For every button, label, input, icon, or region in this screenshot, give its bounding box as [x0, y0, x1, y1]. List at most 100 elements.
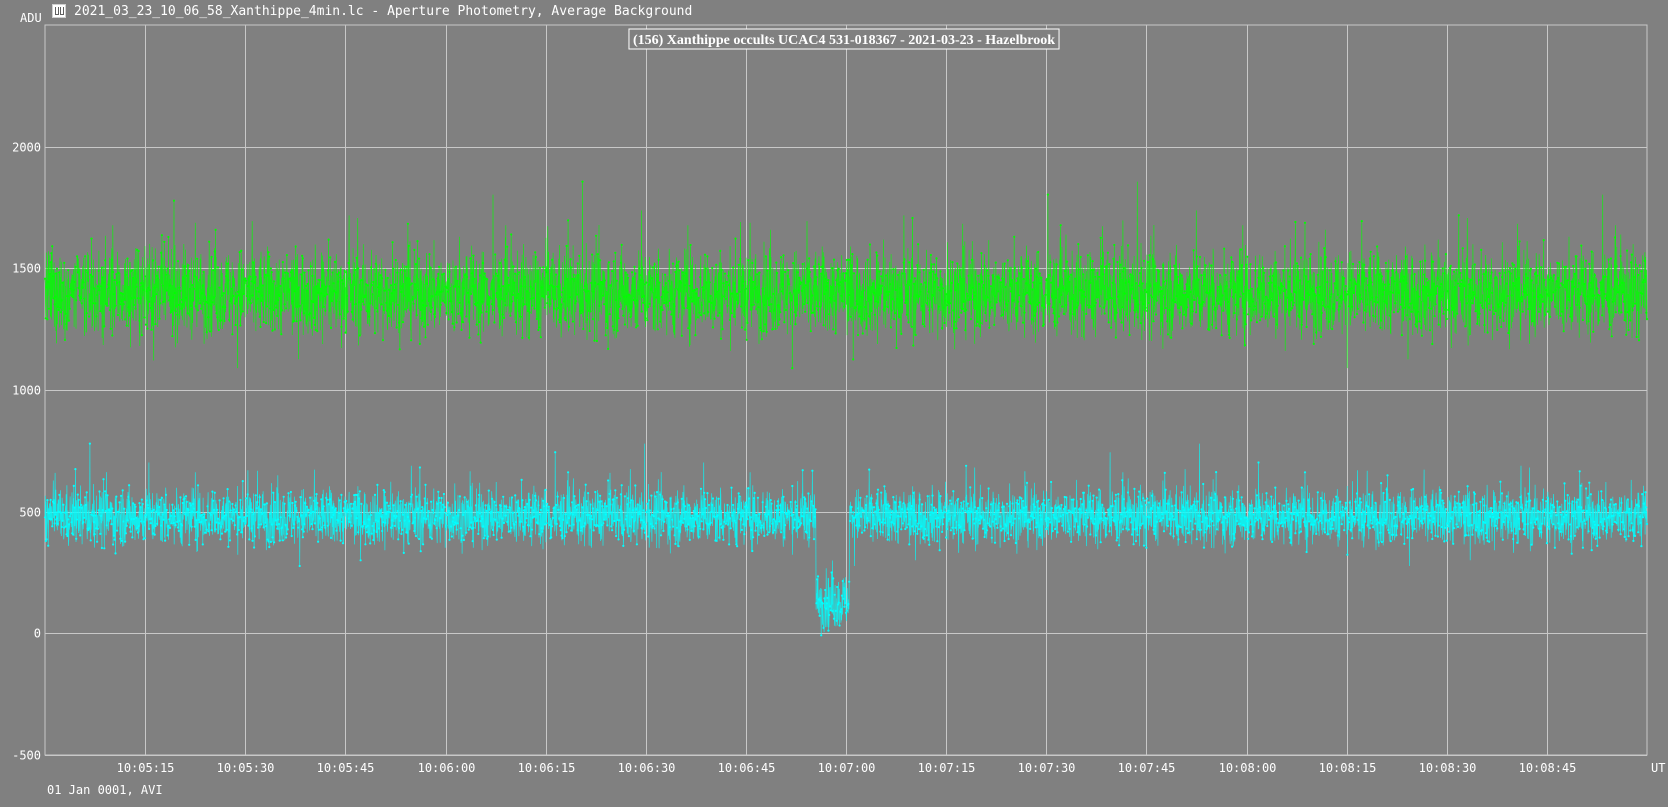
data-point [1315, 517, 1319, 521]
data-point [338, 499, 341, 502]
data-point [329, 256, 332, 259]
data-point [1021, 321, 1025, 324]
data-point [1311, 289, 1315, 292]
data-point [524, 285, 527, 288]
data-point [833, 299, 836, 302]
data-point [933, 506, 936, 509]
data-point [1153, 283, 1156, 286]
data-point [697, 296, 700, 299]
data-point [1139, 322, 1142, 325]
data-point [522, 303, 526, 306]
data-point [1334, 260, 1337, 263]
data-point [320, 292, 323, 295]
data-point [776, 500, 780, 503]
data-point [1076, 531, 1079, 534]
data-point [218, 286, 221, 289]
data-point [393, 514, 396, 518]
data-point [314, 508, 317, 511]
data-point [291, 501, 294, 505]
data-point [683, 505, 687, 508]
data-point [168, 526, 172, 530]
data-point [750, 528, 753, 532]
data-point [1469, 511, 1472, 515]
data-point [848, 258, 852, 262]
data-point [163, 503, 166, 506]
data-point [769, 499, 772, 502]
data-point [1337, 308, 1340, 311]
data-point [1142, 544, 1146, 547]
data-point [567, 325, 571, 328]
data-point [1577, 282, 1580, 285]
data-point [1152, 320, 1155, 323]
data-point [786, 515, 789, 518]
data-point [1611, 523, 1614, 526]
data-point [485, 509, 488, 512]
data-point [1325, 317, 1328, 320]
data-point [318, 278, 321, 282]
data-point [1637, 505, 1641, 508]
data-point [1596, 544, 1599, 548]
data-point [1381, 293, 1384, 296]
data-point [1512, 263, 1516, 267]
data-point [1002, 308, 1005, 311]
data-point [860, 296, 864, 299]
data-point [1082, 491, 1085, 494]
data-point [1517, 276, 1520, 280]
data-point [602, 522, 605, 525]
light-curve-chart[interactable]: -500050010001500200010:05:15 10:05:30 10:0… [0, 0, 1668, 807]
data-point [781, 511, 784, 514]
data-point [581, 180, 584, 183]
data-point [421, 299, 424, 302]
data-point [1143, 288, 1146, 292]
data-point [546, 288, 550, 291]
data-point [588, 329, 591, 333]
data-point [519, 520, 522, 523]
data-point [1235, 303, 1238, 306]
data-point [1422, 508, 1425, 511]
data-point [432, 278, 435, 281]
data-point [542, 266, 545, 269]
data-point [1106, 251, 1109, 254]
data-point [640, 527, 643, 530]
data-point [1627, 328, 1630, 332]
data-point [413, 529, 416, 533]
data-point [1294, 532, 1297, 535]
data-point [43, 516, 47, 519]
data-point [555, 308, 558, 311]
data-point [615, 534, 618, 538]
data-point [476, 301, 479, 304]
data-point [127, 495, 130, 498]
data-point [1438, 310, 1441, 313]
data-point [971, 286, 974, 289]
data-point [780, 531, 783, 534]
data-point [490, 288, 493, 291]
data-point [534, 494, 537, 497]
data-point [883, 297, 886, 300]
data-point [1384, 283, 1387, 286]
data-point [344, 331, 347, 334]
data-point [1376, 245, 1379, 248]
data-point [1194, 287, 1197, 291]
data-point [112, 543, 115, 546]
data-point [1303, 268, 1306, 271]
data-point [386, 276, 389, 280]
data-point [1007, 299, 1010, 303]
data-point [760, 338, 764, 341]
data-point [493, 321, 496, 324]
data-point [830, 286, 833, 289]
data-point [1397, 291, 1400, 294]
data-point [106, 304, 109, 307]
data-point [1167, 502, 1170, 505]
data-point [832, 258, 836, 261]
data-point [514, 494, 517, 497]
data-point [237, 528, 240, 532]
data-point [852, 511, 855, 514]
data-point [147, 286, 150, 289]
data-point [761, 501, 764, 504]
data-point [639, 512, 642, 516]
data-point [933, 508, 937, 511]
data-point [145, 499, 148, 502]
data-point [1286, 296, 1289, 299]
data-point [213, 491, 216, 494]
data-point [1181, 514, 1184, 517]
